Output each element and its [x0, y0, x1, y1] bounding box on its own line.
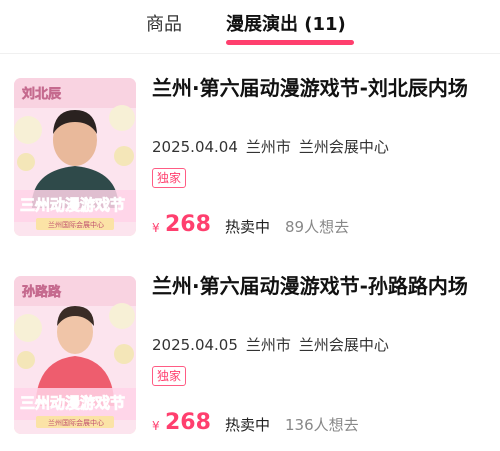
- sale-status: 热卖中: [225, 218, 271, 236]
- event-venue: 兰州会展中心: [298, 138, 389, 156]
- tab-goods[interactable]: 商品: [146, 12, 182, 38]
- exclusive-badge: 独家: [152, 168, 187, 188]
- event-meta: 2025.04.05 兰州市 兰州会展中心: [152, 335, 397, 355]
- tab-bar: 商品 漫展演出 (11): [0, 0, 500, 54]
- event-date: 2025.04.05: [152, 336, 238, 354]
- event-date: 2025.04.04: [152, 138, 238, 156]
- currency-symbol: ¥: [152, 221, 160, 235]
- currency-symbol: ¥: [152, 419, 160, 433]
- event-price: 268: [165, 212, 211, 237]
- event-price: 268: [165, 410, 211, 435]
- event-title[interactable]: 兰州·第六届动漫游戏节-刘北辰内场: [152, 74, 487, 102]
- event-title[interactable]: 兰州·第六届动漫游戏节-孙路路内场: [152, 272, 487, 300]
- poster-sub: 兰州国际会展中心: [48, 220, 104, 229]
- want-count: 89人想去: [285, 218, 350, 236]
- poster-headline: 三州动漫游戏节: [20, 196, 125, 214]
- event-city: 兰州市: [245, 336, 291, 354]
- event-card[interactable]: 孙路路 三州动漫游戏节 兰州国际会展中心 兰州·第六届动漫游戏节-孙路路内场 2…: [0, 262, 500, 442]
- event-poster: 孙路路 三州动漫游戏节 兰州国际会展中心: [14, 276, 136, 434]
- tab-shows[interactable]: 漫展演出 (11): [226, 12, 346, 38]
- poster-headline: 三州动漫游戏节: [20, 394, 125, 412]
- event-venue: 兰州会展中心: [298, 336, 389, 354]
- poster-sub: 兰州国际会展中心: [48, 418, 104, 427]
- poster-guest-name: 孙路路: [22, 284, 62, 300]
- want-count: 136人想去: [285, 416, 359, 434]
- sale-status: 热卖中: [225, 416, 271, 434]
- event-meta: 2025.04.04 兰州市 兰州会展中心: [152, 137, 397, 157]
- event-city: 兰州市: [245, 138, 291, 156]
- poster-guest-name: 刘北辰: [22, 86, 62, 102]
- event-poster: 刘北辰 三州动漫游戏节 兰州国际会展中心: [14, 78, 136, 236]
- event-card[interactable]: 刘北辰 三州动漫游戏节 兰州国际会展中心 兰州·第六届动漫游戏节-刘北辰内场 2…: [0, 64, 500, 244]
- active-tab-indicator: [226, 40, 354, 45]
- exclusive-badge: 独家: [152, 366, 187, 386]
